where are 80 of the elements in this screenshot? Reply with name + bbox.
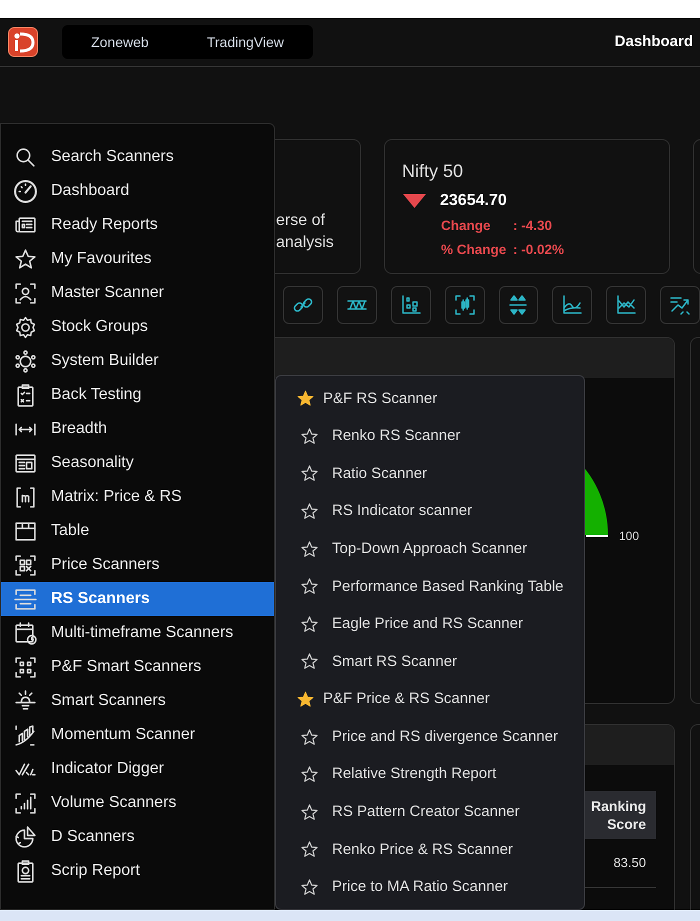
submenu-item[interactable]: Relative Strength Report bbox=[276, 756, 584, 794]
tool-button[interactable] bbox=[552, 286, 592, 324]
sidebar-item[interactable]: Price Scanners bbox=[1, 548, 274, 582]
sidebar-item[interactable]: Ready Reports bbox=[1, 208, 274, 242]
star-icon[interactable] bbox=[300, 577, 319, 596]
sidebar-item[interactable]: Smart Scanners bbox=[1, 684, 274, 718]
submenu-item[interactable]: RS Pattern Creator Scanner bbox=[276, 794, 584, 832]
tool-button[interactable] bbox=[390, 286, 431, 324]
sidebar-item[interactable]: Dashboard bbox=[1, 174, 274, 208]
star-icon[interactable] bbox=[300, 652, 319, 672]
sidebar-item[interactable]: Search Scanners bbox=[1, 140, 274, 174]
sidebar-item[interactable]: Scrip Report bbox=[1, 854, 274, 888]
gauge-label: 100 bbox=[619, 529, 640, 543]
speedometer-icon bbox=[13, 178, 38, 204]
tool-button[interactable] bbox=[283, 286, 323, 324]
candlestick-icon bbox=[452, 293, 477, 317]
app-logo bbox=[8, 27, 38, 57]
filled-star-icon[interactable] bbox=[296, 690, 315, 710]
submenu-item[interactable]: Price and RS divergence Scanner bbox=[276, 718, 584, 756]
sidebar-item[interactable]: Master Scanner bbox=[1, 276, 274, 310]
submenu-item[interactable]: Eagle Price and RS Scanner bbox=[276, 606, 584, 644]
star-icon bbox=[13, 246, 38, 272]
nav-tab[interactable]: TradingView bbox=[200, 32, 290, 52]
sidebar-item[interactable]: Momentum Scanner bbox=[1, 718, 274, 752]
grid-scan-icon bbox=[13, 654, 38, 680]
sidebar-item[interactable]: Matrix: Price & RS bbox=[1, 480, 274, 514]
sidebar-item[interactable]: System Builder bbox=[1, 344, 274, 378]
submenu-item[interactable]: P&F RS Scanner bbox=[276, 380, 584, 418]
star-icon[interactable] bbox=[300, 802, 319, 822]
star-icon[interactable] bbox=[300, 426, 319, 446]
tool-button[interactable] bbox=[606, 286, 646, 324]
change-text: Change : -4.30 bbox=[441, 217, 554, 235]
page-title: Dashboard bbox=[614, 32, 693, 52]
star-icon[interactable] bbox=[300, 840, 319, 860]
tool-button[interactable] bbox=[660, 286, 700, 324]
submenu-item[interactable]: Renko Price & RS Scanner bbox=[276, 831, 584, 869]
sidebar-item[interactable]: Multi-timeframe Scanners bbox=[1, 616, 274, 650]
tool-button[interactable] bbox=[498, 286, 538, 324]
sidebar-item[interactable]: RS Scanners bbox=[1, 582, 274, 616]
sidebar-item[interactable]: My Favourites bbox=[1, 242, 274, 276]
star-icon[interactable] bbox=[300, 878, 319, 898]
sidebar-item[interactable]: Table bbox=[1, 514, 274, 548]
submenu-item[interactable]: Performance Based Ranking Table bbox=[276, 568, 584, 606]
star-icon[interactable] bbox=[300, 728, 319, 747]
star-icon[interactable] bbox=[300, 502, 319, 522]
pie-chart-icon bbox=[13, 824, 38, 850]
bar-chart-icon bbox=[13, 790, 38, 816]
tool-button[interactable] bbox=[336, 286, 377, 324]
change-text: % Change : -0.02% bbox=[441, 241, 566, 260]
tool-button[interactable] bbox=[444, 286, 484, 324]
index-name: Nifty 50 bbox=[402, 160, 464, 183]
submenu-item[interactable]: Renko RS Scanner bbox=[276, 418, 584, 456]
gear-icon bbox=[13, 348, 38, 374]
sidebar-item[interactable]: P&F Smart Scanners bbox=[1, 650, 274, 684]
submenu-item[interactable]: Top-Down Approach Scanner bbox=[276, 530, 584, 568]
sidebar-item[interactable]: Breadth bbox=[1, 412, 274, 446]
calendar-clock-icon bbox=[13, 620, 38, 646]
scan-lines-icon bbox=[13, 586, 38, 612]
submenu-item[interactable]: RS Indicator scanner bbox=[276, 492, 584, 530]
filled-star-icon[interactable] bbox=[296, 389, 315, 408]
sidebar-item[interactable]: Back Testing bbox=[1, 378, 274, 412]
submenu-item[interactable]: Smart RS Scanner bbox=[276, 643, 584, 681]
star-icon[interactable] bbox=[300, 765, 319, 784]
nav-tab[interactable]: Zoneweb bbox=[85, 32, 155, 52]
person-scan-icon bbox=[13, 280, 38, 306]
sidebar-item[interactable]: D Scanners bbox=[1, 820, 274, 854]
qr-scan-icon bbox=[13, 552, 38, 578]
submenu-item[interactable]: Price to MA Ratio Scanner bbox=[276, 868, 584, 906]
index-value: 23654.70 bbox=[440, 191, 507, 211]
sidebar-item[interactable]: Stock Groups bbox=[1, 310, 274, 344]
gear-icon bbox=[13, 314, 38, 340]
star-icon[interactable] bbox=[300, 540, 319, 559]
sidebar-item[interactable]: Seasonality bbox=[1, 446, 274, 480]
card-text: erse of analysis bbox=[276, 211, 334, 254]
star-icon[interactable] bbox=[300, 614, 319, 634]
sidebar-item[interactable]: Volume Scanners bbox=[1, 786, 274, 820]
sidebar-item[interactable]: Indicator Digger bbox=[1, 752, 274, 786]
star-icon[interactable] bbox=[300, 464, 319, 484]
submenu-item[interactable]: Ratio Scanner bbox=[276, 455, 584, 493]
submenu-item[interactable]: P&F Price & RS Scanner bbox=[276, 680, 584, 718]
